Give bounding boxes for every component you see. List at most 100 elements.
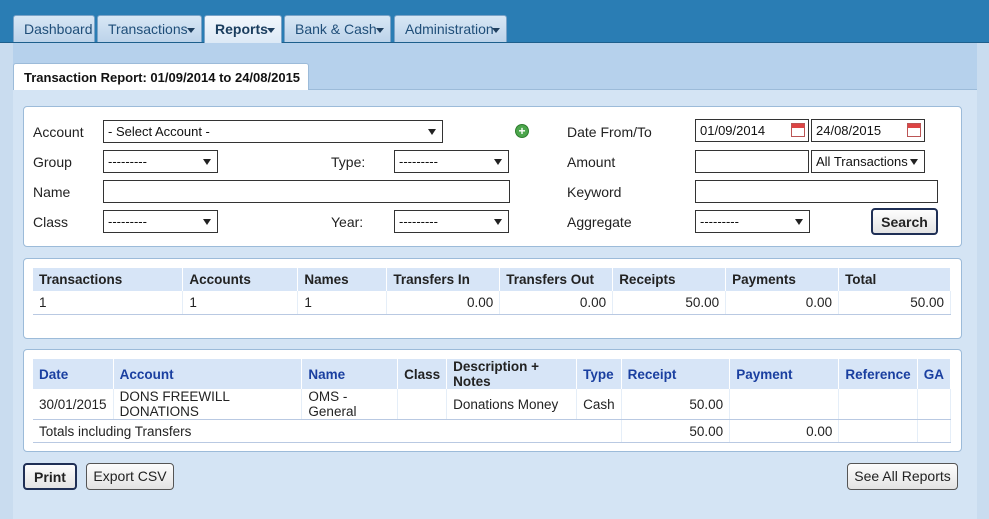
see-all-reports-button[interactable]: See All Reports bbox=[847, 463, 958, 490]
amount-filter-value: All Transactions bbox=[816, 154, 908, 169]
year-select-value: --------- bbox=[399, 214, 438, 229]
class-select[interactable]: --------- bbox=[103, 210, 218, 233]
class-label: Class bbox=[33, 214, 69, 230]
amount-filter-select[interactable]: All Transactions bbox=[811, 150, 925, 173]
summary-header[interactable]: Accounts bbox=[182, 268, 299, 291]
dropdown-arrow-icon bbox=[203, 219, 211, 225]
chevron-down-icon bbox=[187, 28, 195, 33]
tab-label: Dashboard bbox=[24, 21, 93, 37]
report-tab[interactable]: Transaction Report: 01/09/2014 to 24/08/… bbox=[13, 63, 309, 90]
totals-cell bbox=[838, 419, 918, 443]
table-row[interactable]: 30/01/2015 DONS FREEWILL DONATIONS OMS -… bbox=[33, 389, 952, 420]
detail-cell: 50.00 bbox=[621, 389, 731, 420]
amount-input[interactable] bbox=[695, 150, 809, 173]
aggregate-label: Aggregate bbox=[567, 214, 632, 230]
summary-cell: 1 bbox=[182, 291, 299, 315]
summary-cell: 50.00 bbox=[612, 291, 727, 315]
summary-header[interactable]: Names bbox=[297, 268, 388, 291]
group-select[interactable]: --------- bbox=[103, 150, 218, 173]
year-select[interactable]: --------- bbox=[394, 210, 509, 233]
summary-header[interactable]: Transfers Out bbox=[499, 268, 614, 291]
detail-header[interactable]: Receipt bbox=[621, 359, 731, 389]
export-csv-button[interactable]: Export CSV bbox=[86, 463, 174, 490]
account-select[interactable]: - Select Account - bbox=[103, 120, 443, 143]
totals-label: Totals including Transfers bbox=[33, 419, 622, 443]
detail-header[interactable]: Name bbox=[301, 359, 399, 389]
totals-payment: 0.00 bbox=[729, 419, 840, 443]
summary-header[interactable]: Payments bbox=[725, 268, 840, 291]
tab-reports[interactable]: Reports bbox=[204, 15, 282, 43]
tab-label: Reports bbox=[215, 21, 268, 37]
chevron-down-icon bbox=[267, 28, 275, 33]
detail-cell bbox=[397, 389, 448, 420]
chevron-down-icon bbox=[376, 28, 384, 33]
date-label: Date From/To bbox=[567, 124, 652, 140]
dropdown-arrow-icon bbox=[203, 159, 211, 165]
tab-bank-cash[interactable]: Bank & Cash bbox=[284, 15, 391, 42]
tab-label: Bank & Cash bbox=[295, 21, 377, 37]
detail-header: Class bbox=[397, 359, 448, 389]
calendar-icon[interactable] bbox=[791, 123, 805, 137]
summary-header[interactable]: Transfers In bbox=[386, 268, 501, 291]
summary-cell: 0.00 bbox=[725, 291, 840, 315]
detail-header[interactable]: Date bbox=[33, 359, 114, 389]
account-label: Account bbox=[33, 124, 84, 140]
detail-cell bbox=[917, 389, 952, 420]
report-title: Transaction Report: 01/09/2014 to 24/08/… bbox=[24, 70, 301, 85]
keyword-label: Keyword bbox=[567, 184, 622, 200]
totals-receipt: 50.00 bbox=[621, 419, 731, 443]
calendar-icon[interactable] bbox=[907, 123, 921, 137]
detail-cell bbox=[729, 389, 840, 420]
dropdown-arrow-icon bbox=[494, 219, 502, 225]
name-input[interactable] bbox=[103, 180, 510, 203]
print-button[interactable]: Print bbox=[23, 463, 77, 490]
summary-header[interactable]: Receipts bbox=[612, 268, 727, 291]
dropdown-arrow-icon bbox=[428, 129, 436, 135]
search-button[interactable]: Search bbox=[871, 208, 938, 235]
keyword-input[interactable] bbox=[695, 180, 938, 203]
add-icon[interactable]: + bbox=[515, 124, 529, 138]
detail-cell: 30/01/2015 bbox=[33, 389, 114, 420]
tab-dashboard[interactable]: Dashboard bbox=[13, 15, 95, 42]
summary-cell: 1 bbox=[33, 291, 184, 315]
chevron-down-icon bbox=[492, 28, 500, 33]
detail-header[interactable]: GA bbox=[917, 359, 952, 389]
type-select-value: --------- bbox=[399, 154, 438, 169]
type-label: Type: bbox=[331, 154, 366, 170]
detail-cell: Cash bbox=[576, 389, 622, 420]
summary-table: Transactions Accounts Names Transfers In… bbox=[33, 268, 951, 315]
tab-label: Transactions bbox=[108, 21, 188, 37]
type-select[interactable]: --------- bbox=[394, 150, 509, 173]
detail-cell: OMS - General bbox=[301, 389, 399, 420]
summary-cell: 50.00 bbox=[838, 291, 951, 315]
summary-cell: 1 bbox=[297, 291, 388, 315]
date-from-input[interactable]: 01/09/2014 bbox=[695, 119, 809, 142]
summary-cell: 0.00 bbox=[386, 291, 501, 315]
aggregate-select[interactable]: --------- bbox=[695, 210, 810, 233]
date-from-value: 01/09/2014 bbox=[700, 123, 766, 138]
totals-cell bbox=[917, 419, 952, 443]
detail-cell bbox=[838, 389, 918, 420]
totals-row: Totals including Transfers 50.00 0.00 bbox=[33, 419, 952, 443]
detail-header[interactable]: Payment bbox=[729, 359, 840, 389]
year-label: Year: bbox=[331, 214, 364, 230]
group-select-value: --------- bbox=[108, 154, 147, 169]
detail-header[interactable]: Reference bbox=[838, 359, 918, 389]
summary-header[interactable]: Total bbox=[838, 268, 951, 291]
detail-header: Description + Notes bbox=[446, 359, 578, 389]
tab-administration[interactable]: Administration bbox=[394, 15, 507, 42]
detail-table: Date Account Name Class Description + No… bbox=[33, 359, 952, 443]
table-row: 1 1 1 0.00 0.00 50.00 0.00 50.00 bbox=[33, 291, 951, 315]
amount-label: Amount bbox=[567, 154, 616, 170]
name-label: Name bbox=[33, 184, 71, 200]
top-nav-bar: Dashboard Transactions Reports Bank & Ca… bbox=[0, 0, 989, 43]
summary-header[interactable]: Transactions bbox=[33, 268, 184, 291]
detail-header[interactable]: Type bbox=[576, 359, 622, 389]
tab-transactions[interactable]: Transactions bbox=[97, 15, 202, 42]
detail-cell: DONS FREEWILL DONATIONS bbox=[113, 389, 303, 420]
date-to-input[interactable]: 24/08/2015 bbox=[811, 119, 925, 142]
detail-header[interactable]: Account bbox=[113, 359, 303, 389]
class-select-value: --------- bbox=[108, 214, 147, 229]
dropdown-arrow-icon bbox=[795, 219, 803, 225]
tab-label: Administration bbox=[405, 21, 494, 37]
